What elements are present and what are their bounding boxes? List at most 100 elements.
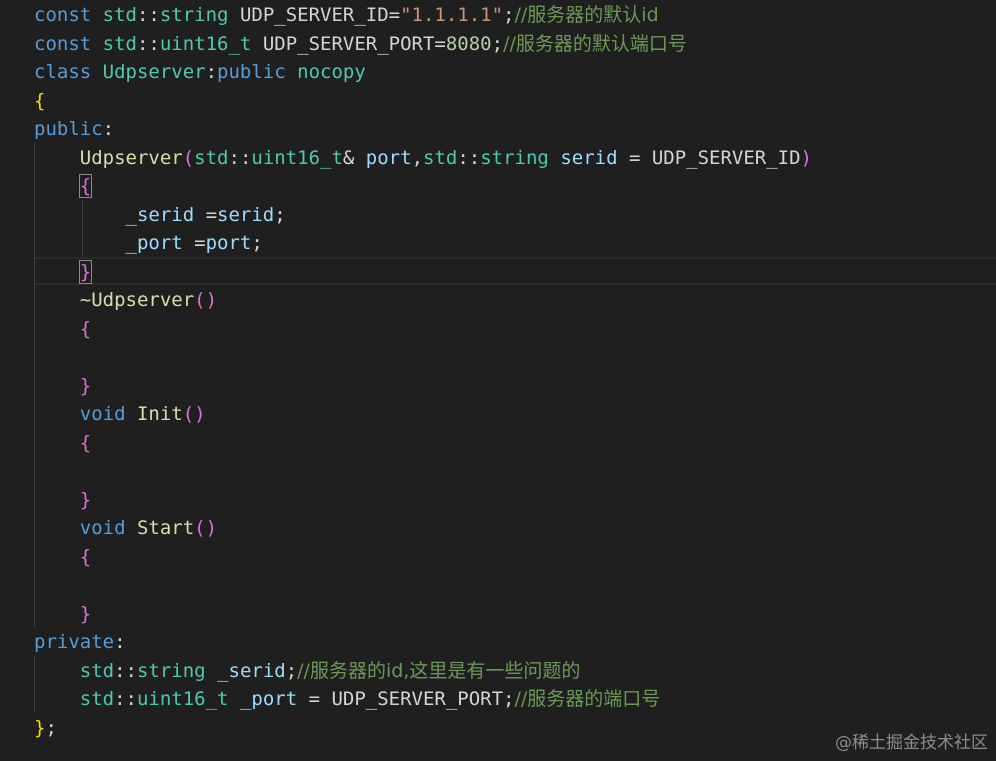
- code-token: uint16_t: [251, 146, 343, 169]
- code-token: Init: [125, 403, 183, 425]
- code-token: {: [79, 545, 92, 568]
- code-line[interactable]: _port =port;: [34, 229, 812, 258]
- code-line[interactable]: std::string _serid;//服务器的id,这里是有一些问题的: [34, 657, 812, 686]
- code-token: (): [194, 289, 218, 311]
- code-line[interactable]: private:: [34, 628, 812, 657]
- code-token: ;: [503, 4, 515, 26]
- watermark: @稀土掘金技术社区: [835, 733, 988, 753]
- code-line[interactable]: const std::string UDP_SERVER_ID="1.1.1.1…: [34, 1, 812, 30]
- code-line[interactable]: [34, 457, 812, 486]
- code-token: }: [78, 259, 93, 284]
- code-token: port: [205, 232, 252, 254]
- code-token: = UDP_SERVER_PORT;: [297, 688, 515, 710]
- code-line[interactable]: std::uint16_t _port = UDP_SERVER_PORT;//…: [34, 685, 812, 714]
- code-token: std: [91, 32, 137, 55]
- code-token: string: [480, 146, 549, 169]
- code-token: ;: [251, 232, 263, 254]
- code-line[interactable]: {: [34, 87, 812, 116]
- code-token: Start: [125, 517, 195, 539]
- code-token: ::: [114, 688, 137, 710]
- code-editor[interactable]: const std::string UDP_SERVER_ID="1.1.1.1…: [0, 0, 996, 761]
- code-token: (): [182, 403, 206, 425]
- code-token: :: [102, 118, 115, 140]
- code-token: void: [79, 403, 126, 425]
- code-line[interactable]: };: [34, 714, 812, 743]
- code-token: uint16_t: [136, 688, 229, 710]
- code-token: string: [136, 659, 206, 682]
- code-token: class: [34, 61, 92, 83]
- code-line[interactable]: {: [34, 429, 812, 458]
- code-token: ,: [411, 146, 424, 169]
- code-line[interactable]: const std::uint16_t UDP_SERVER_PORT=8080…: [34, 30, 812, 59]
- code-token: ~Udpserver: [79, 289, 195, 311]
- code-token: nocopy: [285, 61, 366, 83]
- code-line[interactable]: Udpserver(std::uint16_t& port,std::strin…: [34, 144, 812, 173]
- code-token: Udpserver: [79, 146, 183, 169]
- code-token: void: [79, 517, 126, 539]
- code-token: uint16_t: [159, 32, 252, 55]
- code-line[interactable]: _serid =serid;: [34, 201, 812, 230]
- code-token: _serid: [125, 203, 195, 226]
- code-token: _port: [125, 232, 183, 254]
- code-token: =: [194, 203, 218, 226]
- code-token: public: [217, 61, 286, 83]
- code-line[interactable]: }: [34, 600, 812, 629]
- code-line[interactable]: }: [34, 258, 812, 287]
- code-token: std: [91, 4, 137, 26]
- code-line[interactable]: class Udpserver:public nocopy: [34, 58, 812, 87]
- code-token: "1.1.1.1": [400, 4, 504, 26]
- code-line[interactable]: }: [34, 486, 812, 515]
- code-text[interactable]: const std::string UDP_SERVER_ID="1.1.1.1…: [34, 1, 812, 742]
- code-line[interactable]: }: [34, 372, 812, 401]
- code-token: ::: [114, 659, 137, 682]
- code-token: std: [423, 146, 458, 169]
- code-token: //服务器的id,这里是有一些问题的: [297, 659, 581, 682]
- code-token: {: [79, 317, 92, 340]
- code-line[interactable]: {: [34, 172, 812, 201]
- code-token: ::: [228, 146, 252, 169]
- code-token: //服务器的默认id: [514, 4, 659, 26]
- code-line[interactable]: ~Udpserver(): [34, 286, 812, 315]
- code-token: 8080: [445, 32, 492, 55]
- code-token: ::: [457, 146, 481, 169]
- code-token: const: [34, 32, 92, 55]
- code-token: }: [34, 716, 46, 739]
- code-token: =: [182, 232, 206, 254]
- code-token: {: [79, 431, 92, 454]
- code-line[interactable]: void Start(): [34, 514, 812, 543]
- code-token: :: [114, 631, 126, 653]
- code-token: //服务器的端口号: [514, 688, 661, 710]
- code-token: private: [34, 631, 115, 653]
- code-token: &: [342, 146, 366, 169]
- code-line[interactable]: void Init(): [34, 400, 812, 429]
- code-token: ;: [45, 716, 57, 739]
- code-token: std: [79, 688, 115, 710]
- code-token: public: [34, 118, 103, 140]
- code-line[interactable]: [34, 343, 812, 372]
- code-line[interactable]: {: [34, 543, 812, 572]
- code-line[interactable]: public:: [34, 115, 812, 144]
- code-line[interactable]: [34, 571, 812, 600]
- code-token: //服务器的默认端口号: [503, 32, 687, 55]
- code-token: (: [182, 146, 195, 169]
- code-token: port: [365, 146, 412, 169]
- code-line[interactable]: {: [34, 315, 812, 344]
- code-token: = UDP_SERVER_ID: [617, 146, 801, 169]
- code-token: {: [34, 89, 46, 112]
- code-token: ;: [274, 203, 286, 226]
